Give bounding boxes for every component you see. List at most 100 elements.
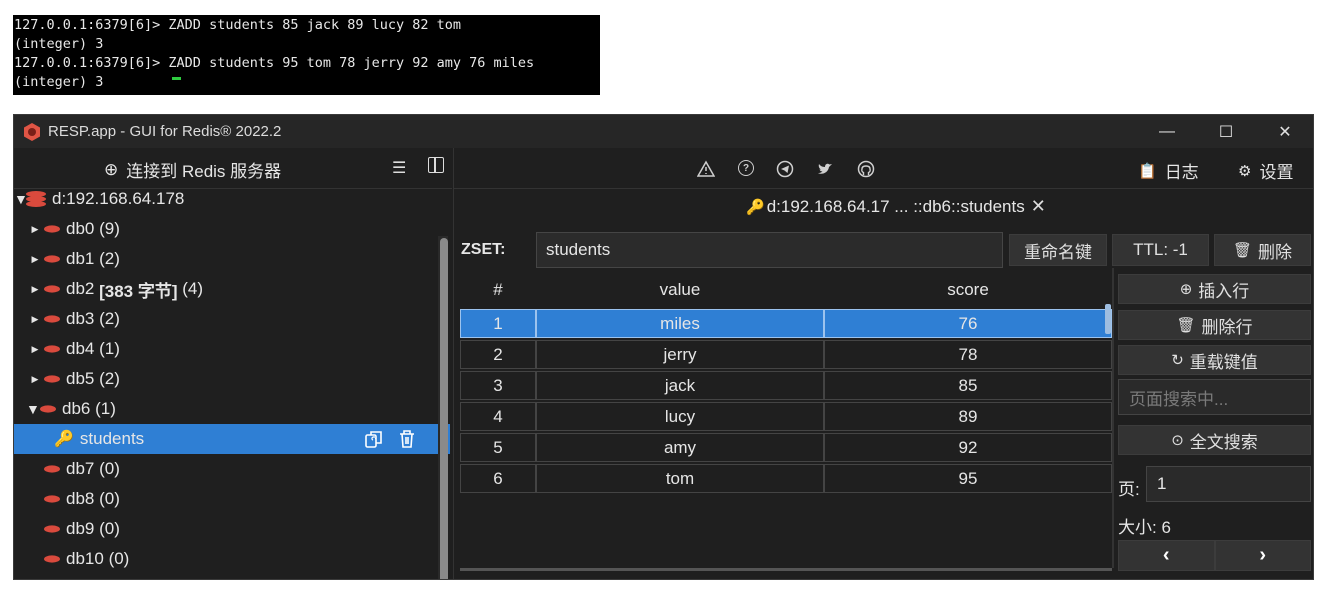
column-header-value[interactable]: value — [536, 280, 824, 300]
row-score[interactable]: 95 — [824, 464, 1112, 493]
close-tab-icon[interactable]: ✕ — [1031, 196, 1046, 217]
table-row[interactable]: 6 tom 95 — [460, 464, 1112, 494]
prev-page-button[interactable]: ‹ — [1118, 540, 1215, 571]
twitter-icon[interactable] — [816, 160, 834, 178]
row-score[interactable]: 78 — [824, 340, 1112, 369]
database-icon — [44, 285, 60, 293]
plus-circle-icon: ⊕ — [104, 159, 119, 179]
db-name: db9 — [66, 519, 95, 538]
table-divider — [1112, 268, 1114, 568]
github-icon[interactable] — [857, 160, 875, 178]
tree-item-db3[interactable]: ▶ db3 (2) — [14, 304, 450, 334]
tree-item-server[interactable]: ▼ d:192.168.64.178 — [14, 184, 450, 214]
tree-item-db9[interactable]: db9 (0) — [14, 514, 450, 544]
row-score[interactable]: 89 — [824, 402, 1112, 431]
tree-item-db8[interactable]: db8 (0) — [14, 484, 450, 514]
server-label: d:192.168.64.178 — [52, 189, 185, 208]
connect-server-button[interactable]: ⊕ 连接到 Redis 服务器 — [104, 157, 281, 182]
telegram-icon[interactable] — [776, 160, 794, 178]
settings-button[interactable]: ⚙ 设置 — [1238, 158, 1293, 183]
collapsed-arrow-icon[interactable]: ▶ — [30, 374, 40, 385]
delete-key-button[interactable]: 🗑 删除 — [1214, 234, 1311, 266]
table-row[interactable]: 2 jerry 78 — [460, 340, 1112, 370]
column-header-score[interactable]: score — [824, 280, 1112, 300]
minimize-button[interactable]: — — [1138, 115, 1196, 148]
reload-value-button[interactable]: ↻ 重载键值 — [1118, 345, 1311, 375]
panel-layout-icon[interactable] — [428, 157, 444, 173]
tree-scrollbar-thumb[interactable] — [440, 238, 448, 579]
db-count: (1) — [99, 339, 120, 358]
tree-item-db2[interactable]: ▶ db2 [383 字节] (4) — [14, 274, 450, 304]
ttl-button[interactable]: TTL: -1 — [1112, 234, 1209, 266]
db-size: [383 字节] — [99, 281, 178, 301]
window-title: RESP.app - GUI for Redis® 2022.2 — [48, 123, 282, 140]
table-row[interactable]: 4 lucy 89 — [460, 402, 1112, 432]
delete-row-button[interactable]: 🗑 删除行 — [1118, 310, 1311, 340]
app-window: RESP.app - GUI for Redis® 2022.2 — ☐ ✕ ⊕… — [13, 114, 1314, 580]
key-name-input[interactable]: students — [536, 232, 1003, 268]
table-row[interactable]: 3 jack 85 — [460, 371, 1112, 401]
log-button[interactable]: 📋 日志 — [1138, 158, 1199, 183]
tree-item-db10[interactable]: db10 (0) — [14, 544, 450, 574]
row-score[interactable]: 85 — [824, 371, 1112, 400]
tree-item-key-students[interactable]: 🔑 students — [14, 424, 450, 454]
row-index: 1 — [460, 309, 536, 338]
db-name: db4 — [66, 339, 95, 358]
delete-row-label: 删除行 — [1201, 317, 1253, 337]
table-horizontal-scrollbar[interactable] — [460, 568, 1112, 571]
tree-item-db6[interactable]: ▼ db6 (1) — [14, 394, 450, 424]
tree-item-db7[interactable]: db7 (0) — [14, 454, 450, 484]
row-value[interactable]: amy — [536, 433, 824, 462]
page-number-input[interactable]: 1 — [1146, 466, 1311, 502]
row-score[interactable]: 76 — [824, 309, 1112, 338]
insert-row-button[interactable]: ⊕ 插入行 — [1118, 274, 1311, 304]
expanded-arrow-icon[interactable]: ▼ — [26, 401, 40, 417]
tree-item-db5[interactable]: ▶ db5 (2) — [14, 364, 450, 394]
collapsed-arrow-icon[interactable]: ▶ — [30, 254, 40, 265]
table-row[interactable]: 5 amy 92 — [460, 433, 1112, 463]
row-value[interactable]: miles — [536, 309, 824, 338]
column-header-index[interactable]: # — [460, 280, 536, 300]
fulltext-search-button[interactable]: ⊙ 全文搜索 — [1118, 425, 1311, 455]
db-count: (0) — [108, 549, 130, 568]
next-page-button[interactable]: › — [1214, 540, 1311, 571]
table-row[interactable]: 1 miles 76 — [460, 309, 1112, 339]
help-icon[interactable]: ? — [738, 160, 754, 176]
tree-item-db4[interactable]: ▶ db4 (1) — [14, 334, 450, 364]
copy-icon[interactable] — [364, 429, 384, 449]
row-value[interactable]: lucy — [536, 402, 824, 431]
terminal-output: 127.0.0.1:6379[6]> ZADD students 85 jack… — [13, 15, 600, 95]
close-button[interactable]: ✕ — [1256, 115, 1313, 148]
row-value[interactable]: jack — [536, 371, 824, 400]
table-scrollbar-thumb[interactable] — [1105, 304, 1111, 334]
collapsed-arrow-icon[interactable]: ▶ — [30, 224, 40, 235]
row-value[interactable]: jerry — [536, 340, 824, 369]
trash-icon: 🗑 — [1232, 242, 1253, 259]
row-index: 4 — [460, 402, 536, 431]
db-name: db1 — [66, 249, 95, 268]
warning-icon[interactable] — [697, 160, 715, 178]
row-score[interactable]: 92 — [824, 433, 1112, 462]
maximize-button[interactable]: ☐ — [1197, 115, 1255, 148]
page-label: 页: — [1118, 480, 1140, 499]
terminal-cursor — [172, 77, 181, 80]
collapsed-arrow-icon[interactable]: ▶ — [30, 344, 40, 355]
collapsed-arrow-icon[interactable]: ▶ — [30, 314, 40, 325]
collapsed-arrow-icon[interactable]: ▶ — [30, 284, 40, 295]
connection-tree: ▼ d:192.168.64.178 ▶ db0 (9) ▶ db1 (2) ▶ — [14, 188, 450, 579]
list-icon[interactable]: ☰ — [392, 158, 406, 178]
tree-item-db1[interactable]: ▶ db1 (2) — [14, 244, 450, 274]
page-search-input[interactable]: 页面搜索中... — [1118, 379, 1311, 415]
gear-icon: ⚙ — [1238, 162, 1252, 180]
row-value[interactable]: tom — [536, 464, 824, 493]
play-circle-icon: ⊙ — [1171, 432, 1184, 449]
tree-item-db0[interactable]: ▶ db0 (9) — [14, 214, 450, 244]
right-toolbar: ? 📋 日志 ⚙ 设置 — [454, 148, 1313, 189]
database-icon — [40, 405, 56, 413]
db-name: db3 — [66, 309, 95, 328]
db-count: (1) — [95, 399, 116, 418]
rename-key-button[interactable]: 重命名键 — [1009, 234, 1107, 266]
expanded-arrow-icon[interactable]: ▼ — [14, 191, 28, 207]
tab-key-students[interactable]: 🔑 d:192.168.64.17 ... ::db6::students ✕ — [746, 196, 1046, 217]
trash-icon[interactable] — [398, 429, 416, 449]
